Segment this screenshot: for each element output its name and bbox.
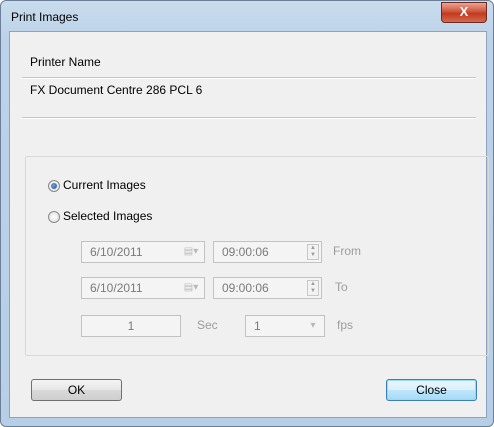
divider — [22, 77, 476, 79]
current-images-label[interactable]: Current Images — [63, 178, 146, 192]
close-icon: X — [459, 4, 469, 19]
printer-name-label: Printer Name — [30, 55, 101, 69]
fps-unit-label: fps — [337, 318, 354, 332]
current-images-radio[interactable] — [48, 180, 60, 192]
title-bar[interactable]: Print Images X — [1, 1, 493, 31]
window-title: Print Images — [11, 10, 79, 24]
chevron-down-icon[interactable]: ▾ — [304, 319, 322, 333]
printer-name-value: FX Document Centre 286 PCL 6 — [30, 83, 203, 97]
ok-button[interactable]: OK — [31, 379, 122, 401]
calendar-dropdown-icon[interactable]: ▤▾ — [182, 281, 200, 295]
seconds-unit-label: Sec — [197, 318, 218, 332]
to-date-value: 6/10/2011 — [90, 281, 143, 295]
divider — [22, 117, 476, 119]
to-time-value: 09:00:06 — [222, 281, 269, 295]
image-selection-group: Current Images Selected Images 6/10/2011… — [25, 156, 489, 356]
from-date-picker[interactable]: 6/10/2011 ▤▾ — [81, 241, 205, 263]
print-images-dialog: Print Images X Printer Name FX Document … — [0, 0, 494, 427]
interval-seconds-field[interactable]: 1 — [81, 315, 181, 337]
close-window-button[interactable]: X — [441, 2, 487, 23]
from-time-field[interactable]: 09:00:06 ▲ ▼ — [213, 241, 322, 263]
from-date-value: 6/10/2011 — [90, 245, 143, 259]
time-spinner-icon[interactable]: ▲ ▼ — [307, 244, 319, 260]
to-date-picker[interactable]: 6/10/2011 ▤▾ — [81, 277, 205, 299]
fps-value: 1 — [254, 319, 261, 333]
fps-select[interactable]: 1 ▾ — [245, 315, 325, 337]
to-time-field[interactable]: 09:00:06 ▲ ▼ — [213, 277, 322, 299]
selected-images-label[interactable]: Selected Images — [63, 209, 152, 223]
from-label: From — [333, 244, 361, 258]
time-spinner-icon[interactable]: ▲ ▼ — [307, 280, 319, 296]
selected-images-radio[interactable] — [48, 211, 60, 223]
from-time-value: 09:00:06 — [222, 245, 269, 259]
interval-seconds-value: 1 — [127, 319, 135, 333]
close-button[interactable]: Close — [386, 379, 477, 401]
to-label: To — [335, 280, 348, 294]
calendar-dropdown-icon[interactable]: ▤▾ — [182, 245, 200, 259]
